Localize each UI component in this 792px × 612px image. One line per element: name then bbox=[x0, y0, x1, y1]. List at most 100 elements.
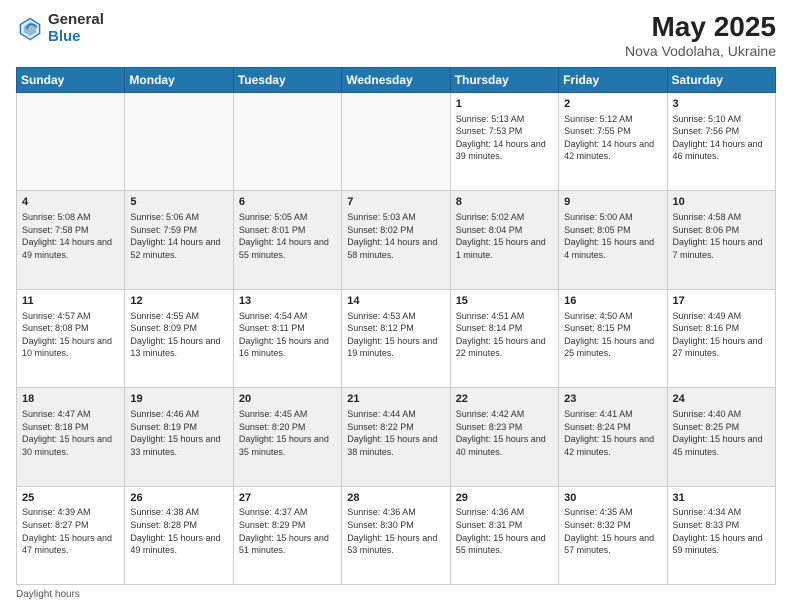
day-number: 15 bbox=[456, 294, 553, 309]
day-number: 26 bbox=[130, 491, 227, 506]
day-info: Sunrise: 5:12 AMSunset: 7:55 PMDaylight:… bbox=[564, 113, 661, 163]
day-number: 20 bbox=[239, 392, 336, 407]
day-number: 16 bbox=[564, 294, 661, 309]
day-cell-2-1: 12Sunrise: 4:55 AMSunset: 8:09 PMDayligh… bbox=[125, 289, 233, 387]
day-info: Sunrise: 4:35 AMSunset: 8:32 PMDaylight:… bbox=[564, 506, 661, 556]
day-info: Sunrise: 4:49 AMSunset: 8:16 PMDaylight:… bbox=[673, 310, 770, 360]
day-number: 28 bbox=[347, 491, 444, 506]
day-info: Sunrise: 4:46 AMSunset: 8:19 PMDaylight:… bbox=[130, 408, 227, 458]
day-cell-2-5: 16Sunrise: 4:50 AMSunset: 8:15 PMDayligh… bbox=[559, 289, 667, 387]
day-number: 13 bbox=[239, 294, 336, 309]
col-thursday: Thursday bbox=[450, 67, 558, 92]
day-info: Sunrise: 4:44 AMSunset: 8:22 PMDaylight:… bbox=[347, 408, 444, 458]
day-info: Sunrise: 4:41 AMSunset: 8:24 PMDaylight:… bbox=[564, 408, 661, 458]
day-cell-3-4: 22Sunrise: 4:42 AMSunset: 8:23 PMDayligh… bbox=[450, 388, 558, 486]
col-friday: Friday bbox=[559, 67, 667, 92]
day-cell-2-6: 17Sunrise: 4:49 AMSunset: 8:16 PMDayligh… bbox=[667, 289, 775, 387]
day-cell-4-1: 26Sunrise: 4:38 AMSunset: 8:28 PMDayligh… bbox=[125, 486, 233, 584]
week-row-3: 11Sunrise: 4:57 AMSunset: 8:08 PMDayligh… bbox=[17, 289, 776, 387]
day-cell-3-3: 21Sunrise: 4:44 AMSunset: 8:22 PMDayligh… bbox=[342, 388, 450, 486]
day-cell-4-3: 28Sunrise: 4:36 AMSunset: 8:30 PMDayligh… bbox=[342, 486, 450, 584]
day-number: 27 bbox=[239, 491, 336, 506]
day-cell-3-6: 24Sunrise: 4:40 AMSunset: 8:25 PMDayligh… bbox=[667, 388, 775, 486]
day-number: 25 bbox=[22, 491, 119, 506]
week-row-4: 18Sunrise: 4:47 AMSunset: 8:18 PMDayligh… bbox=[17, 388, 776, 486]
title-block: May 2025 Nova Vodolaha, Ukraine bbox=[625, 12, 776, 59]
header-row: Sunday Monday Tuesday Wednesday Thursday… bbox=[17, 67, 776, 92]
day-info: Sunrise: 4:36 AMSunset: 8:31 PMDaylight:… bbox=[456, 506, 553, 556]
day-cell-3-2: 20Sunrise: 4:45 AMSunset: 8:20 PMDayligh… bbox=[233, 388, 341, 486]
day-number: 30 bbox=[564, 491, 661, 506]
col-monday: Monday bbox=[125, 67, 233, 92]
day-info: Sunrise: 5:02 AMSunset: 8:04 PMDaylight:… bbox=[456, 211, 553, 261]
col-wednesday: Wednesday bbox=[342, 67, 450, 92]
day-cell-0-0 bbox=[17, 92, 125, 190]
day-number: 9 bbox=[564, 195, 661, 210]
day-info: Sunrise: 5:05 AMSunset: 8:01 PMDaylight:… bbox=[239, 211, 336, 261]
day-info: Sunrise: 5:00 AMSunset: 8:05 PMDaylight:… bbox=[564, 211, 661, 261]
day-info: Sunrise: 5:03 AMSunset: 8:02 PMDaylight:… bbox=[347, 211, 444, 261]
col-saturday: Saturday bbox=[667, 67, 775, 92]
day-number: 18 bbox=[22, 392, 119, 407]
day-cell-1-5: 9Sunrise: 5:00 AMSunset: 8:05 PMDaylight… bbox=[559, 191, 667, 289]
day-cell-4-0: 25Sunrise: 4:39 AMSunset: 8:27 PMDayligh… bbox=[17, 486, 125, 584]
day-cell-2-3: 14Sunrise: 4:53 AMSunset: 8:12 PMDayligh… bbox=[342, 289, 450, 387]
header: General Blue May 2025 Nova Vodolaha, Ukr… bbox=[16, 12, 776, 59]
day-info: Sunrise: 4:39 AMSunset: 8:27 PMDaylight:… bbox=[22, 506, 119, 556]
day-cell-2-4: 15Sunrise: 4:51 AMSunset: 8:14 PMDayligh… bbox=[450, 289, 558, 387]
calendar-header: Sunday Monday Tuesday Wednesday Thursday… bbox=[17, 67, 776, 92]
logo-blue-text: Blue bbox=[48, 29, 104, 46]
day-number: 10 bbox=[673, 195, 770, 210]
day-info: Sunrise: 5:08 AMSunset: 7:58 PMDaylight:… bbox=[22, 211, 119, 261]
day-cell-3-1: 19Sunrise: 4:46 AMSunset: 8:19 PMDayligh… bbox=[125, 388, 233, 486]
calendar-table: Sunday Monday Tuesday Wednesday Thursday… bbox=[16, 67, 776, 585]
day-number: 6 bbox=[239, 195, 336, 210]
day-cell-3-0: 18Sunrise: 4:47 AMSunset: 8:18 PMDayligh… bbox=[17, 388, 125, 486]
day-info: Sunrise: 4:55 AMSunset: 8:09 PMDaylight:… bbox=[130, 310, 227, 360]
day-number: 5 bbox=[130, 195, 227, 210]
day-info: Sunrise: 4:47 AMSunset: 8:18 PMDaylight:… bbox=[22, 408, 119, 458]
day-info: Sunrise: 4:38 AMSunset: 8:28 PMDaylight:… bbox=[130, 506, 227, 556]
day-cell-4-6: 31Sunrise: 4:34 AMSunset: 8:33 PMDayligh… bbox=[667, 486, 775, 584]
page-subtitle: Nova Vodolaha, Ukraine bbox=[625, 43, 776, 59]
footer-text: Daylight hours bbox=[16, 589, 80, 600]
day-info: Sunrise: 4:57 AMSunset: 8:08 PMDaylight:… bbox=[22, 310, 119, 360]
day-number: 7 bbox=[347, 195, 444, 210]
day-number: 21 bbox=[347, 392, 444, 407]
col-tuesday: Tuesday bbox=[233, 67, 341, 92]
day-info: Sunrise: 4:54 AMSunset: 8:11 PMDaylight:… bbox=[239, 310, 336, 360]
day-cell-0-2 bbox=[233, 92, 341, 190]
day-info: Sunrise: 4:40 AMSunset: 8:25 PMDaylight:… bbox=[673, 408, 770, 458]
day-info: Sunrise: 4:58 AMSunset: 8:06 PMDaylight:… bbox=[673, 211, 770, 261]
day-info: Sunrise: 4:53 AMSunset: 8:12 PMDaylight:… bbox=[347, 310, 444, 360]
day-cell-1-2: 6Sunrise: 5:05 AMSunset: 8:01 PMDaylight… bbox=[233, 191, 341, 289]
day-info: Sunrise: 4:50 AMSunset: 8:15 PMDaylight:… bbox=[564, 310, 661, 360]
day-cell-1-3: 7Sunrise: 5:03 AMSunset: 8:02 PMDaylight… bbox=[342, 191, 450, 289]
day-cell-0-3 bbox=[342, 92, 450, 190]
page-title: May 2025 bbox=[625, 12, 776, 43]
day-info: Sunrise: 5:06 AMSunset: 7:59 PMDaylight:… bbox=[130, 211, 227, 261]
day-info: Sunrise: 4:45 AMSunset: 8:20 PMDaylight:… bbox=[239, 408, 336, 458]
footer-note: Daylight hours bbox=[16, 589, 776, 600]
day-cell-1-0: 4Sunrise: 5:08 AMSunset: 7:58 PMDaylight… bbox=[17, 191, 125, 289]
day-info: Sunrise: 4:34 AMSunset: 8:33 PMDaylight:… bbox=[673, 506, 770, 556]
day-cell-0-4: 1Sunrise: 5:13 AMSunset: 7:53 PMDaylight… bbox=[450, 92, 558, 190]
day-number: 3 bbox=[673, 97, 770, 112]
day-number: 22 bbox=[456, 392, 553, 407]
day-info: Sunrise: 5:10 AMSunset: 7:56 PMDaylight:… bbox=[673, 113, 770, 163]
day-cell-0-5: 2Sunrise: 5:12 AMSunset: 7:55 PMDaylight… bbox=[559, 92, 667, 190]
logo-text: General Blue bbox=[48, 12, 104, 45]
day-cell-1-6: 10Sunrise: 4:58 AMSunset: 8:06 PMDayligh… bbox=[667, 191, 775, 289]
day-info: Sunrise: 4:37 AMSunset: 8:29 PMDaylight:… bbox=[239, 506, 336, 556]
day-number: 11 bbox=[22, 294, 119, 309]
day-number: 17 bbox=[673, 294, 770, 309]
day-number: 24 bbox=[673, 392, 770, 407]
day-cell-0-6: 3Sunrise: 5:10 AMSunset: 7:56 PMDaylight… bbox=[667, 92, 775, 190]
col-sunday: Sunday bbox=[17, 67, 125, 92]
day-number: 29 bbox=[456, 491, 553, 506]
day-cell-0-1 bbox=[125, 92, 233, 190]
day-number: 19 bbox=[130, 392, 227, 407]
week-row-2: 4Sunrise: 5:08 AMSunset: 7:58 PMDaylight… bbox=[17, 191, 776, 289]
day-number: 31 bbox=[673, 491, 770, 506]
day-cell-4-2: 27Sunrise: 4:37 AMSunset: 8:29 PMDayligh… bbox=[233, 486, 341, 584]
